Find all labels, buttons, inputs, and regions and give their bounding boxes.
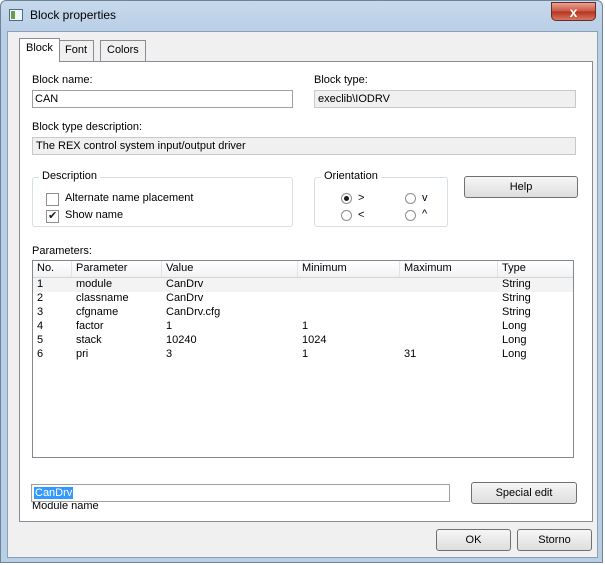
cell-maximum	[400, 306, 404, 320]
table-row[interactable]: 3 cfgname CanDrv.cfg String	[33, 306, 573, 320]
block-name-label: Block name:	[32, 74, 93, 86]
alternate-name-placement-label[interactable]: Alternate name placement	[65, 192, 193, 204]
orientation-group: Orientation > v < ^	[314, 170, 448, 227]
orientation-right-radio[interactable]	[341, 193, 352, 204]
block-type-value: execlib\IODRV	[314, 90, 576, 108]
orientation-down-label[interactable]: v	[422, 192, 428, 204]
description-group-title: Description	[39, 170, 101, 182]
cell-value: CanDrv	[166, 278, 204, 290]
show-name-label[interactable]: Show name	[65, 209, 123, 221]
table-row[interactable]: 6 pri 3 1 31 Long	[33, 348, 573, 362]
block-type-label: Block type:	[314, 74, 368, 86]
cell-no: 2	[37, 292, 44, 304]
cancel-button[interactable]: Storno	[517, 529, 592, 551]
cell-value: 1	[166, 320, 173, 332]
cell-parameter: stack	[76, 334, 102, 346]
cell-minimum: 1024	[302, 334, 327, 346]
cell-maximum	[400, 334, 404, 348]
show-name-checkbox[interactable]	[46, 209, 59, 223]
special-edit-button[interactable]: Special edit	[471, 482, 577, 504]
cell-type: Long	[502, 334, 527, 346]
tab-colors[interactable]: Colors	[100, 40, 146, 61]
block-type-description-value: The REX control system input/output driv…	[32, 137, 576, 155]
cell-minimum: 1	[302, 320, 309, 332]
module-name-value: CanDrv	[34, 487, 74, 499]
cell-parameter: cfgname	[76, 306, 119, 318]
block-type-description-label: Block type description:	[32, 121, 143, 133]
orientation-left-label[interactable]: <	[358, 209, 364, 221]
help-button[interactable]: Help	[464, 176, 578, 198]
column-header-maximum[interactable]: Maximum	[400, 261, 498, 277]
description-group: Description Alternate name placement Sho…	[32, 170, 293, 227]
table-row[interactable]: 1 module CanDrv String	[33, 278, 573, 292]
cell-minimum	[298, 292, 302, 306]
cell-type: String	[502, 278, 531, 290]
orientation-down-radio[interactable]	[405, 193, 416, 204]
block-properties-window: Block properties x Block Font Colors Blo…	[0, 0, 603, 563]
table-row[interactable]: 2 classname CanDrv String	[33, 292, 573, 306]
cell-parameter: module	[76, 278, 113, 290]
window-title: Block properties	[30, 8, 117, 22]
cell-minimum: 1	[302, 348, 309, 360]
block-tab-panel: Block name: CAN Block type: execlib\IODR…	[19, 61, 593, 522]
cell-maximum	[400, 278, 404, 292]
orientation-right-label[interactable]: >	[358, 192, 364, 204]
cell-value: 3	[166, 348, 173, 360]
table-row[interactable]: 5 stack 10240 1024 Long	[33, 334, 573, 348]
cell-type: String	[502, 306, 531, 318]
parameters-list[interactable]: No. Parameter Value Minimum Maximum Type…	[32, 260, 574, 458]
cell-minimum	[298, 278, 302, 292]
parameters-label: Parameters:	[32, 245, 92, 257]
cell-value: CanDrv.cfg	[166, 306, 221, 318]
orientation-up-label[interactable]: ^	[422, 208, 427, 220]
orientation-left-radio[interactable]	[341, 210, 352, 221]
cell-value: 10240	[166, 334, 197, 346]
cell-no: 1	[37, 278, 44, 290]
cell-minimum	[298, 306, 302, 320]
cell-parameter: classname	[76, 292, 129, 304]
cell-no: 4	[37, 320, 44, 332]
tab-font[interactable]: Font	[58, 40, 95, 61]
close-button[interactable]: x	[551, 2, 596, 21]
ok-button[interactable]: OK	[436, 529, 511, 551]
column-header-minimum[interactable]: Minimum	[298, 261, 400, 277]
alternate-name-placement-checkbox[interactable]	[46, 193, 59, 206]
orientation-group-title: Orientation	[321, 170, 381, 182]
dialog-client-area: Block Font Colors Block name: CAN Block …	[7, 31, 598, 558]
cell-type: Long	[502, 348, 527, 360]
cell-maximum	[400, 320, 404, 334]
table-row[interactable]: 4 factor 1 1 Long	[33, 320, 573, 334]
cell-type: Long	[502, 320, 527, 332]
cell-no: 3	[37, 306, 44, 318]
column-header-parameter[interactable]: Parameter	[72, 261, 162, 277]
cell-parameter: factor	[76, 320, 104, 332]
cell-type: String	[502, 292, 531, 304]
tab-block[interactable]: Block	[19, 38, 60, 62]
cell-no: 5	[37, 334, 44, 346]
column-header-value[interactable]: Value	[162, 261, 298, 277]
block-name-field[interactable]: CAN	[32, 90, 293, 108]
module-name-field[interactable]: CanDrv	[31, 484, 450, 502]
cell-parameter: pri	[76, 348, 89, 360]
orientation-up-radio[interactable]	[405, 210, 416, 221]
cell-value: CanDrv	[166, 292, 204, 304]
window-app-icon	[9, 9, 23, 21]
cell-maximum	[400, 292, 404, 306]
column-header-no[interactable]: No.	[33, 261, 72, 277]
cell-maximum: 31	[404, 348, 417, 360]
title-bar[interactable]: Block properties x	[1, 1, 604, 31]
cell-no: 6	[37, 348, 44, 360]
column-header-type[interactable]: Type	[498, 261, 573, 277]
parameters-list-header: No. Parameter Value Minimum Maximum Type	[33, 261, 573, 278]
